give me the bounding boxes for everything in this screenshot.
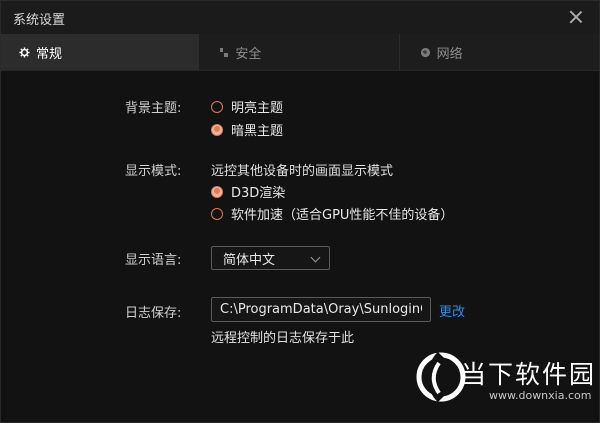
globe-icon: [420, 47, 431, 58]
shield-icon: [219, 47, 229, 58]
tab-security-label: 安全: [235, 46, 262, 62]
display-mode-description: 远控其他设备时的画面显示模式: [211, 164, 394, 179]
language-select[interactable]: 简体中文: [211, 246, 330, 270]
watermark-url: www.downxia.com: [489, 389, 592, 402]
radio-dark-theme[interactable]: 暗黑主题: [211, 120, 283, 139]
tab-network-label: 网络: [436, 46, 463, 62]
tab-security[interactable]: 安全: [199, 34, 400, 70]
log-path-input[interactable]: [211, 297, 431, 322]
tab-general[interactable]: 常规: [1, 34, 200, 70]
radio-software-acceleration[interactable]: 软件加速（适合GPU性能不佳的设备）: [211, 204, 453, 223]
watermark-logo-icon: [416, 351, 466, 403]
radio-checked-icon: [211, 123, 223, 136]
title-bar: 系统设置: [1, 1, 599, 34]
watermark-title: 当下软件园: [461, 360, 597, 389]
radio-light-theme-label: 明亮主题: [231, 101, 284, 116]
chevron-down-icon: [310, 252, 321, 263]
display-mode-label: 显示模式:: [125, 164, 182, 179]
change-log-path-link[interactable]: 更改: [439, 301, 465, 320]
watermark: 当下软件园 www.downxia.com: [415, 349, 595, 419]
radio-dark-theme-label: 暗黑主题: [231, 124, 284, 139]
log-label: 日志保存:: [125, 306, 182, 321]
radio-unchecked-icon: [211, 207, 223, 220]
theme-label: 背景主题:: [125, 101, 182, 116]
radio-checked-icon: [211, 185, 223, 198]
close-icon[interactable]: [567, 8, 585, 26]
radio-unchecked-icon: [211, 100, 223, 113]
radio-d3d[interactable]: D3D渲染: [211, 182, 285, 201]
tab-general-label: 常规: [36, 46, 63, 62]
language-label: 显示语言:: [125, 253, 182, 268]
radio-light-theme[interactable]: 明亮主题: [211, 97, 283, 116]
window-title: 系统设置: [13, 13, 66, 28]
tab-bar: 常规 安全 网络: [1, 34, 599, 71]
tab-network[interactable]: 网络: [400, 34, 599, 70]
settings-window: 系统设置 常规 安全 网络 背景主题: 明亮主题 暗黑主题 显示模式: 远控其他…: [0, 0, 600, 423]
log-description: 远程控制的日志保存于此: [211, 331, 355, 346]
language-select-value: 简体中文: [223, 252, 276, 268]
gear-icon: [19, 46, 30, 58]
radio-d3d-label: D3D渲染: [231, 186, 286, 201]
radio-software-acceleration-label: 软件加速（适合GPU性能不佳的设备）: [231, 208, 454, 223]
